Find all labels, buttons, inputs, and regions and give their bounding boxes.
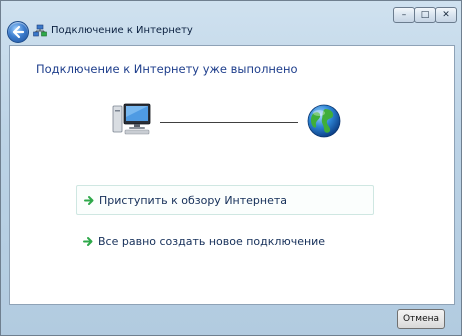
green-arrow-icon [83,237,93,246]
minimize-button[interactable]: – [393,7,415,23]
footer-bar: Отмена [1,304,461,335]
close-icon: ✕ [442,10,450,20]
minimize-icon: – [401,10,407,20]
maximize-button[interactable]: □ [414,7,436,23]
create-new-connection-option[interactable]: Все равно создать новое подключение [76,227,374,257]
wizard-window: Подключение к Интернету – □ ✕ Подключени… [0,0,462,336]
green-arrow-icon [84,196,94,205]
create-new-connection-label: Все равно создать новое подключение [98,235,326,248]
back-arrow-icon [12,25,25,39]
window-title: Подключение к Интернету [51,25,193,36]
globe-icon [307,104,341,138]
cancel-button[interactable]: Отмена [397,309,445,329]
browse-internet-label: Приступить к обзору Интернета [99,194,288,207]
browse-internet-option[interactable]: Приступить к обзору Интернета [76,185,374,215]
maximize-icon: □ [420,10,430,20]
network-icon [33,24,47,37]
content-panel: Подключение к Интернету уже выполнено Пр… [9,45,455,305]
title-bar: Подключение к Интернету – □ ✕ [1,1,461,45]
connection-line [160,122,298,123]
computer-icon [112,103,151,135]
back-button[interactable] [7,21,29,43]
close-button[interactable]: ✕ [435,7,457,23]
page-heading: Подключение к Интернету уже выполнено [36,62,298,76]
